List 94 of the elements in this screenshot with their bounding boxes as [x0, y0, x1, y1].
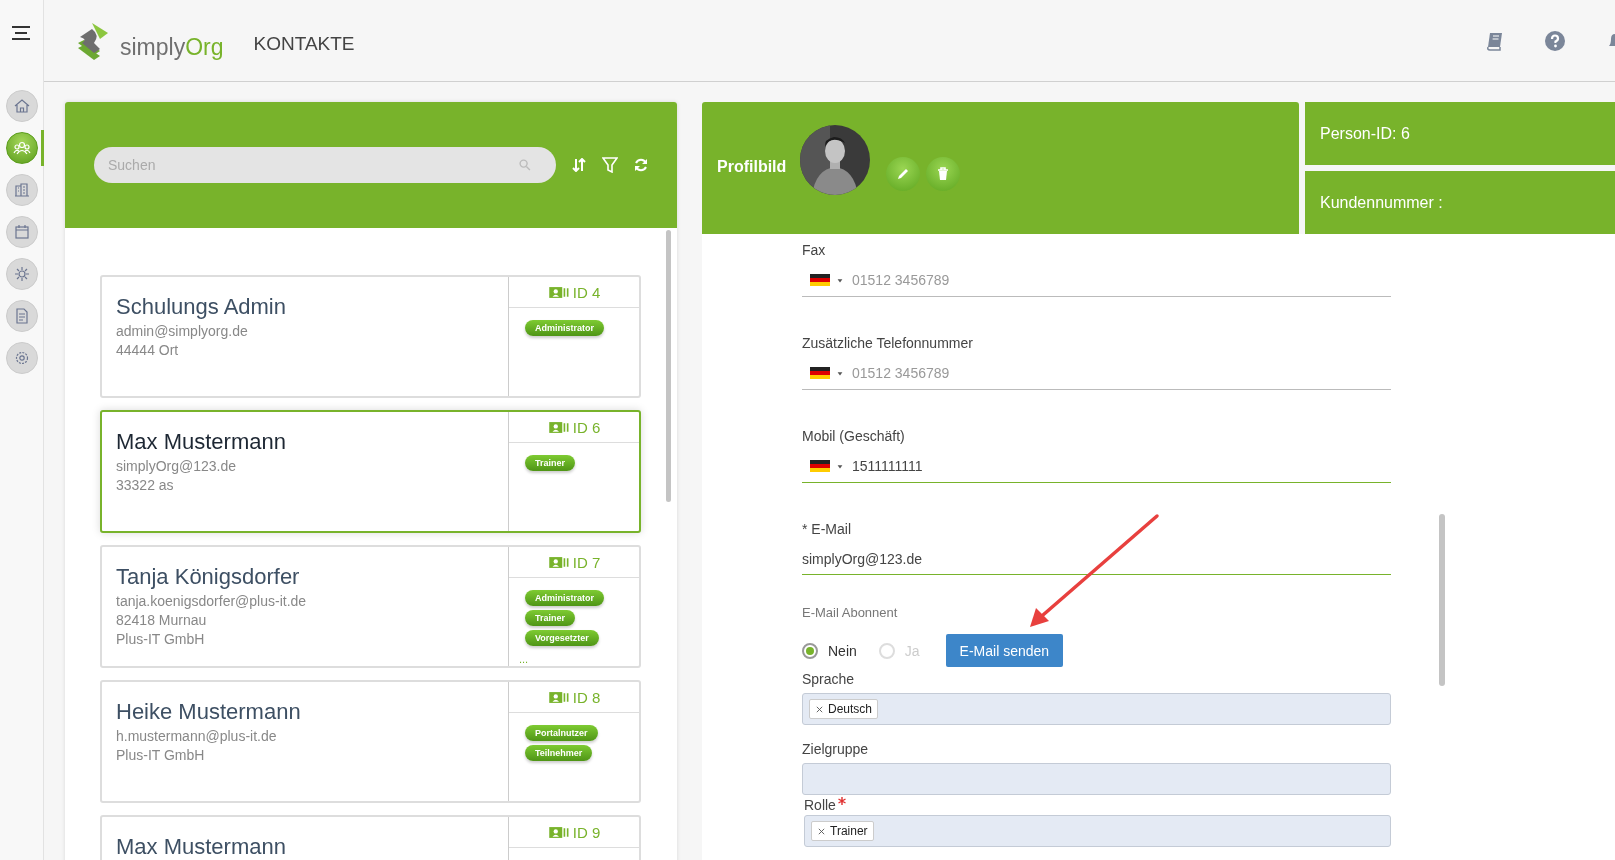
field-label: Zusätzliche Telefonnummer — [802, 335, 974, 351]
contact-name: Schulungs Admin — [116, 294, 287, 320]
phone-field[interactable]: 01512 3456789 — [802, 357, 1391, 390]
flag-icon — [810, 367, 830, 379]
refresh-icon[interactable] — [634, 158, 648, 172]
scrollbar[interactable] — [666, 230, 671, 502]
phone-field[interactable]: 01512 3456789 — [802, 264, 1391, 297]
contact-id: ID 9 — [572, 823, 601, 841]
contact-detail: simplyOrg@123.de — [116, 457, 238, 476]
field-label: Zielgruppe — [802, 741, 869, 757]
radio-option[interactable]: Nein — [802, 642, 857, 659]
nav-button[interactable] — [5, 90, 38, 122]
tag[interactable]: Trainer — [811, 821, 874, 841]
nav-button[interactable] — [5, 216, 38, 248]
field-label: Fax — [802, 242, 827, 258]
nav-button[interactable] — [5, 174, 38, 206]
tag-field[interactable]: Trainer — [804, 815, 1391, 847]
active-indicator — [40, 130, 44, 166]
contact-name: Tanja Königsdorfer — [116, 564, 301, 590]
contact-detail: 44444 Ort — [116, 341, 180, 360]
field-label: Rolle — [804, 797, 836, 813]
scrollbar[interactable] — [1439, 514, 1445, 686]
pencil-icon — [896, 167, 911, 181]
send-email-button[interactable]: E-Mail senden — [945, 634, 1064, 667]
field-label: Mobil (Geschäft) — [802, 428, 906, 444]
tag-field[interactable] — [802, 763, 1391, 795]
contact-detail: tanja.koenigsdorfer@plus-it.de — [116, 592, 308, 611]
caret-icon — [836, 369, 844, 377]
contact-id: ID 6 — [572, 418, 601, 436]
person-id: Person-ID: 6 — [1305, 102, 1615, 165]
contact-detail: h.mustermann@plus-it.de — [116, 727, 278, 746]
contact-id: ID 7 — [572, 553, 601, 571]
sort-icon[interactable] — [572, 158, 586, 172]
customer-number: Kundennummer : — [1305, 171, 1615, 234]
search-icon — [518, 158, 532, 172]
id-card-icon — [547, 285, 570, 299]
logo-text: simplyOrg — [120, 33, 224, 61]
contact-detail: admin@simplyorg.de — [116, 322, 249, 341]
contact-detail: 33322 as — [116, 476, 175, 495]
contact-card[interactable]: Schulungs Admin admin@simplyorg.de 44444 Ort ID 4 Administrator — [100, 275, 641, 398]
role-badge: Administrator — [525, 320, 604, 336]
profile-label: Profilbild — [717, 157, 787, 176]
caret-icon — [836, 462, 844, 470]
contact-detail: Plus-IT GmbH — [116, 746, 206, 765]
contact-card[interactable]: Heike Mustermann h.mustermann@plus-it.de Plus-IT GmbH ID 8 Portalnutzer Teilnehmer — [100, 680, 641, 803]
filter-icon[interactable] — [602, 157, 618, 173]
contact-detail: Plus-IT GmbH — [116, 630, 206, 649]
nav-button[interactable] — [5, 258, 38, 290]
role-badge: Administrator — [525, 590, 604, 606]
menu-icon[interactable] — [11, 26, 32, 40]
phone-input[interactable]: 1511111111 — [852, 458, 1391, 474]
contact-id: ID 4 — [572, 283, 601, 301]
phone-input[interactable]: 01512 3456789 — [852, 365, 1391, 381]
caret-icon — [836, 276, 844, 284]
id-card-icon — [547, 420, 570, 434]
search-field[interactable]: Suchen — [94, 147, 556, 183]
flag-icon — [810, 460, 830, 472]
role-badge: Trainer — [525, 455, 575, 471]
more-roles-indicator: ... — [519, 654, 529, 664]
contact-card[interactable]: Tanja Königsdorfer tanja.koenigsdorfer@plus-it.de 82418 Murnau Plus-IT GmbH ID 7 Administrator Trainer Vorgesetzter ... — [100, 545, 641, 668]
contact-name: Max Mustermann — [116, 834, 287, 860]
contact-name: Max Mustermann — [116, 429, 287, 455]
close-icon — [817, 826, 826, 836]
nav-button[interactable] — [5, 300, 38, 332]
edit-button[interactable] — [886, 157, 921, 191]
phone-field[interactable]: 1511111111 — [802, 450, 1391, 483]
tag[interactable]: Deutsch — [809, 699, 879, 719]
email-field[interactable]: simplyOrg@123.de — [802, 543, 1391, 575]
role-badge: Trainer — [525, 610, 575, 626]
role-badge: Portalnutzer — [525, 725, 598, 741]
contact-detail: 82418 Murnau — [116, 611, 208, 630]
contact-id: ID 8 — [572, 688, 601, 706]
role-badge: Teilnehmer — [525, 745, 593, 761]
role-badge: Vorgesetzter — [525, 630, 599, 646]
close-icon — [815, 704, 824, 714]
nav-button[interactable] — [5, 132, 38, 164]
field-label: Sprache — [802, 671, 855, 687]
id-card-icon — [547, 690, 570, 704]
id-card-icon — [547, 555, 570, 569]
page-title: KONTAKTE — [253, 32, 355, 55]
contact-card[interactable]: Max Mustermann ID 9 — [100, 815, 641, 860]
contact-name: Heike Mustermann — [116, 699, 302, 725]
trash-icon — [937, 167, 950, 181]
id-card-icon — [547, 825, 570, 839]
field-label: E-Mail Abonnent — [802, 605, 899, 620]
phone-input[interactable]: 01512 3456789 — [852, 272, 1391, 288]
help-icon[interactable] — [1545, 30, 1565, 51]
contact-card[interactable]: Max Mustermann simplyOrg@123.de 33322 as ID 6 Trainer — [100, 410, 641, 533]
nav-button[interactable] — [5, 342, 38, 374]
field-label: * E-Mail — [802, 521, 852, 537]
book-icon[interactable] — [1485, 30, 1505, 51]
flag-icon — [810, 274, 830, 286]
delete-button[interactable] — [926, 157, 961, 191]
tag-field[interactable]: Deutsch — [802, 693, 1391, 725]
